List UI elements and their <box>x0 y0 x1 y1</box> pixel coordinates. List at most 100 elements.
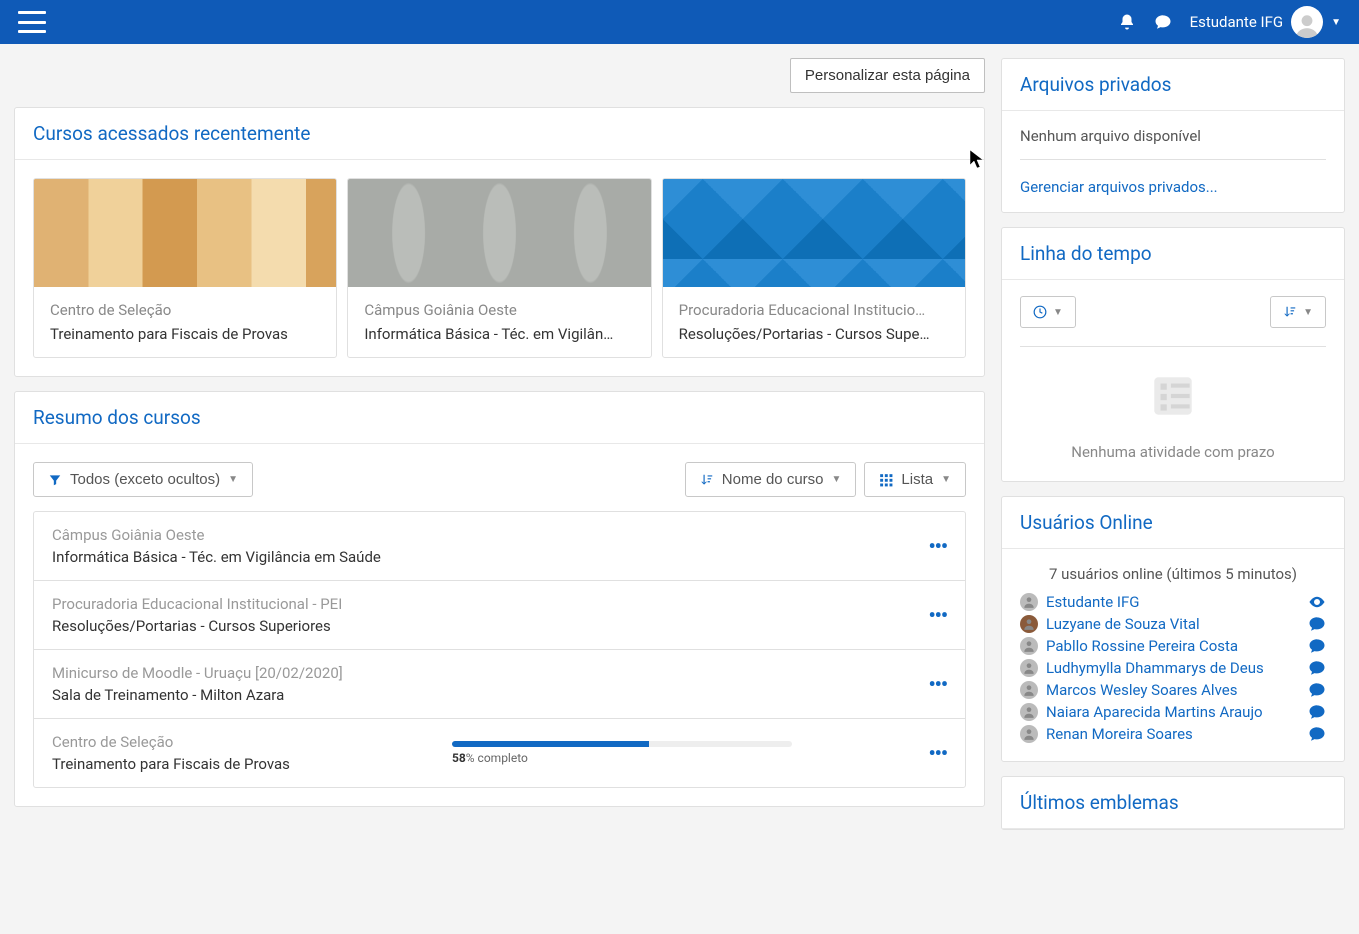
online-user-row: Luzyane de Souza Vital <box>1020 613 1326 635</box>
course-name: Resoluções/Portarias - Cursos Superiores <box>52 617 452 635</box>
view-dropdown[interactable]: Lista ▼ <box>864 462 966 497</box>
private-files-block: Arquivos privados Nenhum arquivo disponí… <box>1001 58 1345 213</box>
course-row[interactable]: Câmpus Goiânia Oeste Informática Básica … <box>34 512 965 581</box>
chat-icon[interactable] <box>1308 615 1326 633</box>
navbar: Estudante IFG ▼ <box>0 0 1359 44</box>
filter-label: Todos (exceto ocultos) <box>70 471 220 488</box>
caret-down-icon: ▼ <box>228 474 238 485</box>
filter-dropdown[interactable]: Todos (exceto ocultos) ▼ <box>33 462 253 497</box>
course-image <box>34 179 336 287</box>
course-actions-button[interactable]: ••• <box>928 534 947 558</box>
course-name: Informática Básica - Téc. em Vigilân… <box>364 325 634 343</box>
caret-down-icon: ▼ <box>1303 307 1313 318</box>
user-menu[interactable]: Estudante IFG ▼ <box>1190 6 1341 38</box>
course-category: Centro de Seleção <box>50 301 320 319</box>
timeline-filter-date[interactable]: ▼ <box>1020 296 1076 328</box>
view-label: Lista <box>901 471 933 488</box>
online-user-row: Pabllo Rossine Pereira Costa <box>1020 635 1326 657</box>
clock-icon <box>1033 305 1047 319</box>
user-link[interactable]: Pabllo Rossine Pereira Costa <box>1046 637 1308 655</box>
sort-icon <box>1283 305 1297 319</box>
course-name: Treinamento para Fiscais de Provas <box>50 325 320 343</box>
caret-down-icon: ▼ <box>941 474 951 485</box>
user-link[interactable]: Naiara Aparecida Martins Araujo <box>1046 703 1308 721</box>
online-user-row: Renan Moreira Soares <box>1020 723 1326 745</box>
user-avatar <box>1020 703 1038 721</box>
recent-course-card[interactable]: Câmpus Goiânia Oeste Informática Básica … <box>347 178 651 358</box>
course-name: Treinamento para Fiscais de Provas <box>52 755 452 773</box>
sort-icon <box>700 473 714 487</box>
user-link[interactable]: Ludhymylla Dhammarys de Deus <box>1046 659 1308 677</box>
sort-label: Nome do curso <box>722 471 824 488</box>
recent-course-card[interactable]: Centro de Seleção Treinamento para Fisca… <box>33 178 337 358</box>
course-category: Procuradoria Educacional Institucional -… <box>52 595 452 613</box>
caret-down-icon: ▼ <box>1053 307 1063 318</box>
user-avatar <box>1020 681 1038 699</box>
course-overview-title: Resumo dos cursos <box>33 406 966 429</box>
course-name: Resoluções/Portarias - Cursos Supe… <box>679 325 949 343</box>
timeline-block: Linha do tempo ▼ ▼ Nenhuma atividade com… <box>1001 227 1345 482</box>
caret-down-icon: ▼ <box>832 474 842 485</box>
user-avatar <box>1020 659 1038 677</box>
grid-icon <box>879 473 893 487</box>
course-category: Câmpus Goiânia Oeste <box>52 526 452 544</box>
course-actions-button[interactable]: ••• <box>928 603 947 627</box>
course-row[interactable]: Minicurso de Moodle - Uruaçu [20/02/2020… <box>34 650 965 719</box>
user-link[interactable]: Luzyane de Souza Vital <box>1046 615 1308 633</box>
user-avatar <box>1020 637 1038 655</box>
chat-icon[interactable] <box>1308 681 1326 699</box>
course-image <box>663 179 965 287</box>
course-category: Minicurso de Moodle - Uruaçu [20/02/2020… <box>52 664 452 682</box>
caret-down-icon: ▼ <box>1331 17 1341 28</box>
recent-course-card[interactable]: Procuradoria Educacional Institucio… Res… <box>662 178 966 358</box>
online-user-row: Ludhymylla Dhammarys de Deus <box>1020 657 1326 679</box>
progress: 58% completo <box>452 741 928 765</box>
user-link[interactable]: Marcos Wesley Soares Alves <box>1046 681 1308 699</box>
private-files-title: Arquivos privados <box>1020 73 1326 96</box>
menu-toggle[interactable] <box>18 11 46 33</box>
course-actions-button[interactable]: ••• <box>928 672 947 696</box>
user-name: Estudante IFG <box>1190 13 1284 31</box>
course-image <box>348 179 650 287</box>
chat-icon[interactable] <box>1308 637 1326 655</box>
online-users-count: 7 usuários online (últimos 5 minutos) <box>1020 565 1326 583</box>
course-name: Sala de Treinamento - Milton Azara <box>52 686 452 704</box>
chat-icon[interactable] <box>1308 659 1326 677</box>
timeline-empty: Nenhuma atividade com prazo <box>1020 443 1326 461</box>
private-files-empty: Nenhum arquivo disponível <box>1020 127 1326 145</box>
course-actions-button[interactable]: ••• <box>928 741 947 765</box>
recent-courses-block: Cursos acessados recentemente Centro de … <box>14 107 985 377</box>
recent-courses-title: Cursos acessados recentemente <box>33 122 966 145</box>
customize-page-button[interactable]: Personalizar esta página <box>790 58 985 93</box>
user-link[interactable]: Estudante IFG <box>1046 593 1308 611</box>
badges-block: Últimos emblemas <box>1001 776 1345 830</box>
chat-icon[interactable] <box>1308 703 1326 721</box>
online-users-title: Usuários Online <box>1020 511 1326 534</box>
user-avatar <box>1020 593 1038 611</box>
eye-icon[interactable] <box>1308 593 1326 611</box>
user-avatar <box>1020 725 1038 743</box>
online-users-block: Usuários Online 7 usuários online (últim… <box>1001 496 1345 762</box>
course-category: Câmpus Goiânia Oeste <box>364 301 634 319</box>
online-user-row: Naiara Aparecida Martins Araujo <box>1020 701 1326 723</box>
chat-icon[interactable] <box>1308 725 1326 743</box>
course-row[interactable]: Procuradoria Educacional Institucional -… <box>34 581 965 650</box>
course-row[interactable]: Centro de Seleção Treinamento para Fisca… <box>34 719 965 787</box>
messages-icon[interactable] <box>1154 13 1172 31</box>
badges-title: Últimos emblemas <box>1020 791 1326 814</box>
activities-icon <box>1148 371 1198 421</box>
manage-files-link[interactable]: Gerenciar arquivos privados... <box>1020 178 1326 196</box>
course-category: Procuradoria Educacional Institucio… <box>679 301 949 319</box>
timeline-title: Linha do tempo <box>1020 242 1326 265</box>
timeline-sort[interactable]: ▼ <box>1270 296 1326 328</box>
user-link[interactable]: Renan Moreira Soares <box>1046 725 1308 743</box>
sort-dropdown[interactable]: Nome do curso ▼ <box>685 462 857 497</box>
course-overview-block: Resumo dos cursos Todos (exceto ocultos)… <box>14 391 985 807</box>
notifications-icon[interactable] <box>1118 13 1136 31</box>
course-category: Centro de Seleção <box>52 733 452 751</box>
filter-icon <box>48 473 62 487</box>
online-user-row: Estudante IFG <box>1020 591 1326 613</box>
course-name: Informática Básica - Téc. em Vigilância … <box>52 548 452 566</box>
avatar <box>1291 6 1323 38</box>
online-user-row: Marcos Wesley Soares Alves <box>1020 679 1326 701</box>
